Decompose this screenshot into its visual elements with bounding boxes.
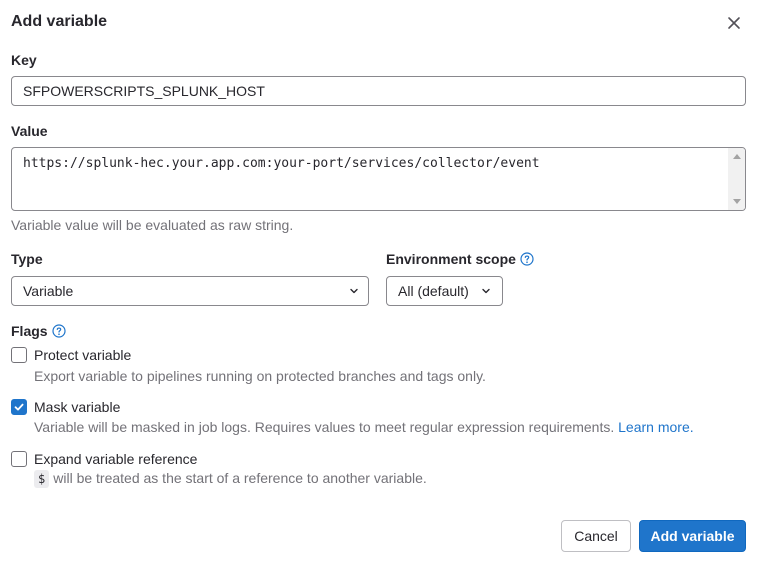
check-icon bbox=[14, 403, 24, 411]
learn-more-link[interactable]: Learn more. bbox=[618, 419, 693, 435]
add-variable-button[interactable]: Add variable bbox=[639, 520, 746, 552]
mask-variable-help-text: Variable will be masked in job logs. Req… bbox=[34, 419, 615, 435]
question-circle-icon[interactable] bbox=[520, 252, 534, 266]
flags-label: Flags bbox=[11, 323, 66, 339]
modal-title: Add variable bbox=[11, 13, 108, 30]
flags-label-text: Flags bbox=[11, 323, 48, 339]
chevron-down-icon bbox=[482, 288, 490, 294]
type-selected-value: Variable bbox=[23, 283, 74, 299]
expand-variable-reference-label[interactable]: Expand variable reference bbox=[34, 451, 197, 467]
textarea-scrollbar[interactable] bbox=[728, 148, 745, 210]
key-label: Key bbox=[11, 52, 37, 68]
value-label: Value bbox=[11, 123, 48, 139]
value-help-text: Variable value will be evaluated as raw … bbox=[11, 217, 294, 233]
chevron-down-icon bbox=[350, 288, 358, 294]
close-icon[interactable] bbox=[722, 11, 746, 35]
protect-variable-checkbox[interactable] bbox=[11, 347, 27, 363]
protect-variable-help: Export variable to pipelines running on … bbox=[34, 368, 486, 384]
mask-variable-help: Variable will be masked in job logs. Req… bbox=[34, 419, 694, 435]
protect-variable-label[interactable]: Protect variable bbox=[34, 347, 131, 363]
environment-scope-label-text: Environment scope bbox=[386, 251, 516, 267]
scroll-up-arrow-icon[interactable] bbox=[733, 154, 741, 159]
environment-selected-value: All (default) bbox=[398, 283, 469, 299]
expand-variable-reference-help: $ will be treated as the start of a refer… bbox=[34, 470, 427, 488]
environment-scope-select[interactable]: All (default) bbox=[386, 276, 503, 306]
question-circle-icon[interactable] bbox=[51, 324, 66, 338]
value-textarea[interactable]: https://splunk-hec.your.app.com:your-por… bbox=[11, 147, 746, 211]
key-input[interactable] bbox=[11, 76, 746, 106]
dollar-code: $ bbox=[34, 470, 50, 488]
mask-variable-checkbox[interactable] bbox=[11, 399, 27, 415]
expand-variable-reference-checkbox[interactable] bbox=[11, 451, 27, 467]
cancel-button[interactable]: Cancel bbox=[561, 520, 631, 552]
value-text: https://splunk-hec.your.app.com:your-por… bbox=[23, 156, 540, 171]
type-select[interactable]: Variable bbox=[11, 276, 369, 306]
scroll-down-arrow-icon[interactable] bbox=[733, 199, 741, 204]
mask-variable-label[interactable]: Mask variable bbox=[34, 399, 120, 415]
type-label: Type bbox=[11, 251, 43, 267]
expand-variable-reference-help-text: will be treated as the start of a refere… bbox=[53, 470, 427, 486]
environment-scope-label: Environment scope bbox=[386, 251, 534, 267]
